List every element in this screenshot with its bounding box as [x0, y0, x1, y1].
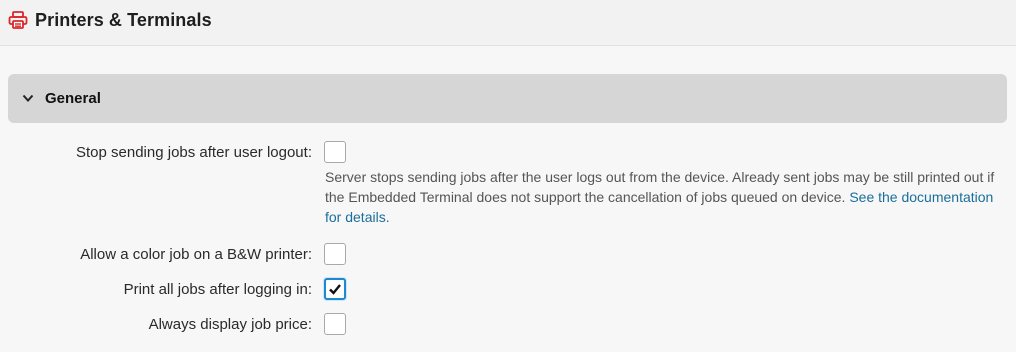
- stop-sending-jobs-checkbox[interactable]: [324, 141, 346, 163]
- allow-color-job-label: Allow a color job on a B&W printer:: [80, 246, 312, 263]
- stop-sending-jobs-label: Stop sending jobs after user logout:: [76, 144, 312, 161]
- printer-icon: [8, 11, 28, 29]
- display-job-price-checkbox[interactable]: [324, 313, 346, 335]
- allow-color-job-checkbox[interactable]: [324, 243, 346, 265]
- print-all-jobs-label: Print all jobs after logging in:: [123, 281, 312, 298]
- print-all-jobs-checkbox[interactable]: [324, 278, 346, 300]
- section-general-toggle[interactable]: General: [8, 74, 1007, 123]
- page-header: Printers & Terminals: [0, 0, 1016, 46]
- checkmark-icon: [329, 284, 341, 295]
- section-title: General: [45, 90, 101, 107]
- chevron-down-icon: [22, 94, 34, 102]
- page-title: Printers & Terminals: [35, 10, 212, 30]
- stop-sending-jobs-description: Server stops sending jobs after the user…: [325, 167, 995, 227]
- display-job-price-label: Always display job price:: [148, 316, 312, 333]
